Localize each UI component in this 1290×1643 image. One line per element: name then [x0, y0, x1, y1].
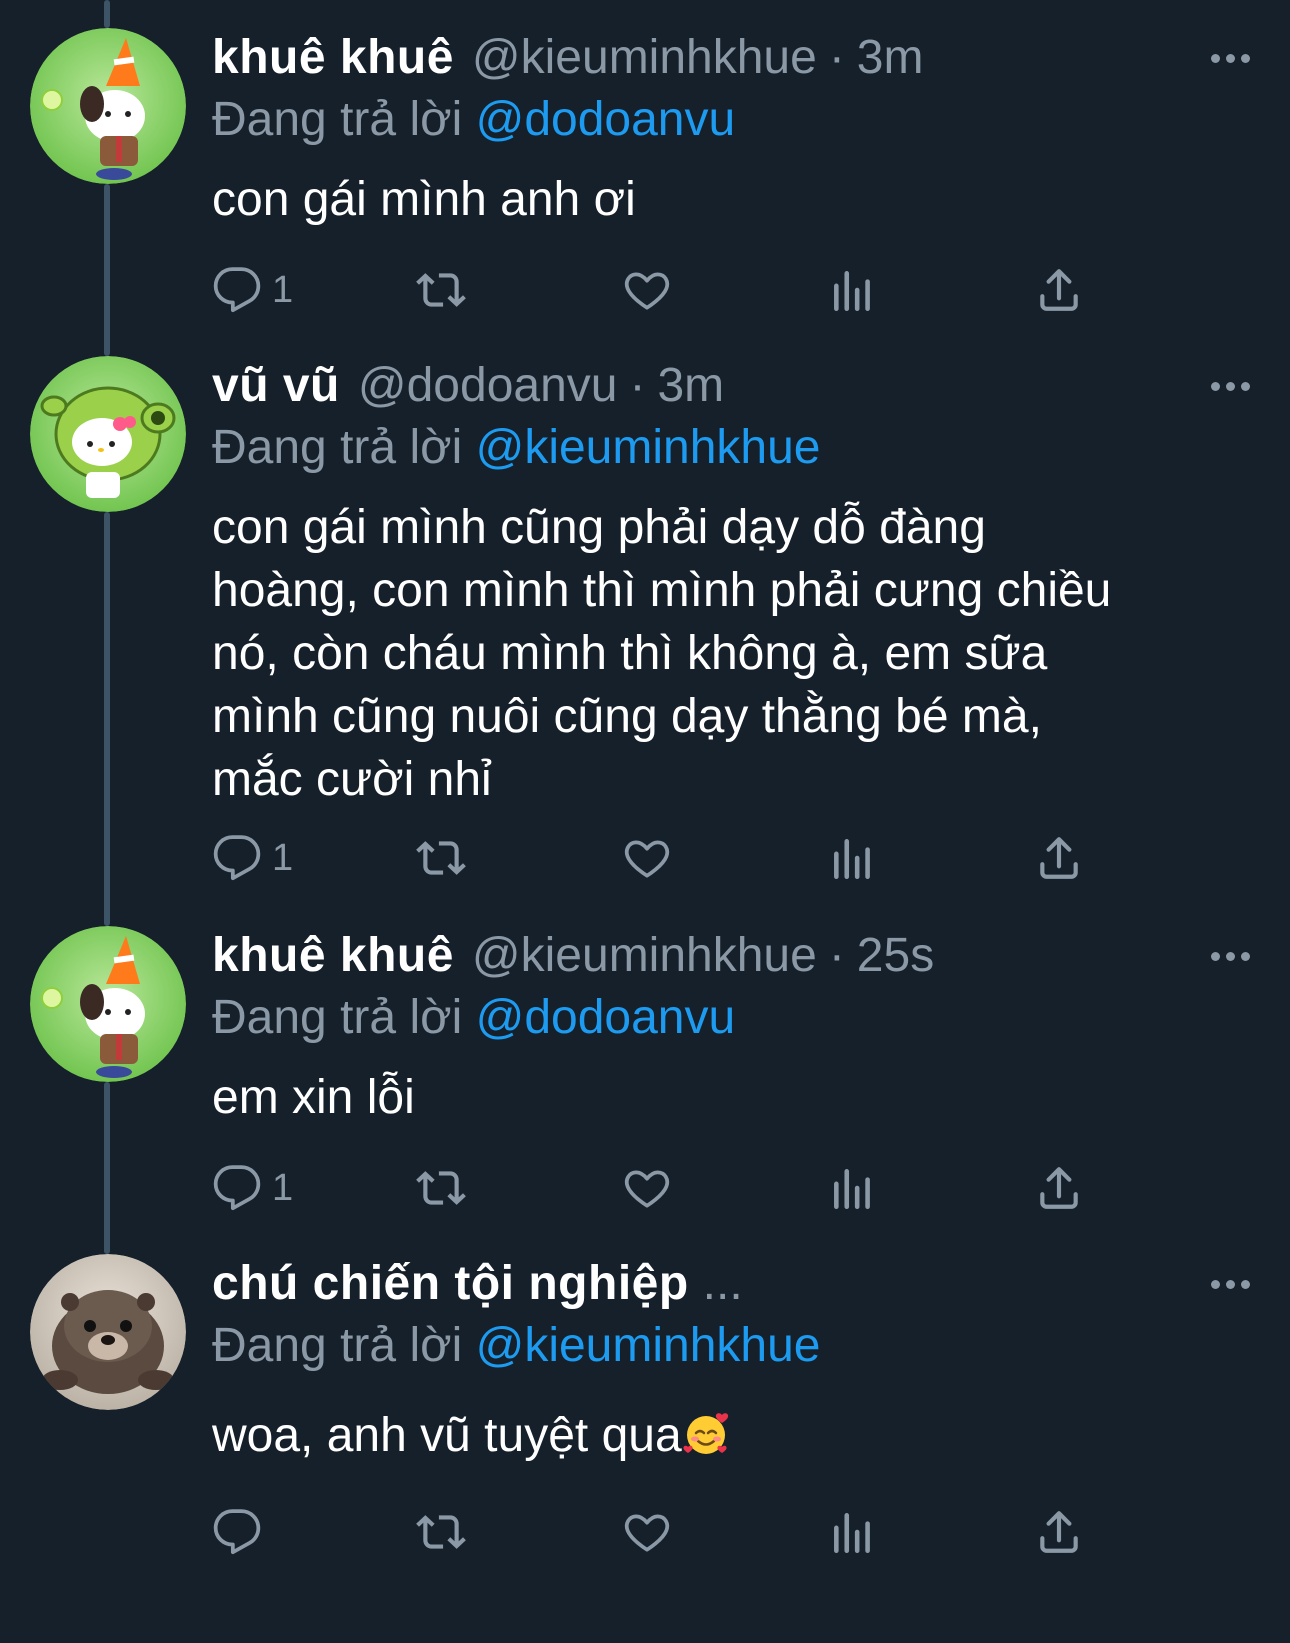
reply-context: Đang trả lời @kieuminhkhue [212, 1318, 1250, 1374]
reply-mention[interactable]: @kieuminhkhue [476, 1319, 821, 1372]
action-bar: 1 [212, 1160, 1132, 1216]
tweet-text: woa, anh vũ tuyệt qua [212, 1409, 682, 1462]
tweet-text: em xin lỗi [212, 1071, 415, 1124]
reply-button[interactable] [212, 1504, 272, 1560]
reply-count: 1 [272, 268, 294, 311]
timestamp[interactable]: 3m [857, 30, 924, 86]
separator: · [629, 359, 646, 412]
views-icon [834, 1513, 870, 1554]
tweet-text: con gái mình anh ơi [212, 173, 636, 226]
reply-icon [213, 267, 261, 313]
heart-icon [624, 1170, 670, 1208]
retweet-button[interactable] [416, 1160, 466, 1216]
handle[interactable]: @dodoanvu [358, 358, 618, 414]
display-name[interactable]: khuê khuê [212, 928, 454, 984]
pochacco-cone-avatar-image [30, 28, 186, 184]
reply-count: 1 [272, 836, 294, 879]
thread-line-2 [104, 512, 110, 926]
avatar[interactable] [30, 356, 186, 512]
separator: · [828, 31, 845, 84]
display-name[interactable]: vũ vũ [212, 358, 340, 414]
views-icon [834, 1169, 870, 1210]
share-button[interactable] [1034, 830, 1084, 886]
otter-avatar-image [30, 1254, 186, 1410]
tweet-header: vũ vũ @dodoanvu · 3m [212, 358, 1250, 414]
retweet-button[interactable] [416, 830, 466, 886]
avatar[interactable] [30, 28, 186, 184]
like-button[interactable] [622, 262, 672, 318]
retweet-button[interactable] [416, 262, 466, 318]
views-icon [834, 839, 870, 880]
heart-icon [624, 840, 670, 878]
like-button[interactable] [622, 1160, 672, 1216]
reply-prefix: Đang trả lời [212, 421, 463, 474]
smiling-face-with-hearts-icon [682, 1409, 730, 1457]
more-icon[interactable] [1190, 928, 1250, 984]
share-icon [1040, 1167, 1078, 1209]
reply-button[interactable]: 1 [212, 262, 293, 318]
thread-line-top [104, 0, 110, 28]
avatar[interactable] [30, 926, 186, 1082]
retweet-button[interactable] [416, 1504, 466, 1560]
views-button[interactable] [828, 1504, 878, 1560]
reply-mention[interactable]: @dodoanvu [476, 991, 736, 1044]
pochacco-cone-avatar-image [30, 926, 186, 1082]
handle[interactable]: @kieuminhkhue [472, 928, 817, 984]
retweet-icon [416, 273, 466, 307]
like-button[interactable] [622, 830, 672, 886]
reply-icon [213, 1165, 261, 1211]
views-icon [834, 271, 870, 312]
heart-icon [624, 272, 670, 310]
reply-context: Đang trả lời @dodoanvu [212, 990, 1250, 1046]
retweet-icon [416, 1171, 466, 1205]
reply-count: 1 [272, 1166, 294, 1209]
share-button[interactable] [1034, 1160, 1084, 1216]
retweet-icon [416, 1515, 466, 1549]
tweet-header: khuê khuê @kieuminhkhue · 25s [212, 928, 1250, 984]
reply-prefix: Đang trả lời [212, 1319, 463, 1372]
avatar[interactable] [30, 1254, 186, 1410]
reply-mention[interactable]: @kieuminhkhue [476, 421, 821, 474]
share-icon [1040, 1511, 1078, 1553]
tweet-text-container: woa, anh vũ tuyệt qua [212, 1404, 1250, 1467]
separator: · [828, 929, 845, 982]
reply-prefix: Đang trả lời [212, 991, 463, 1044]
tweet-header: khuê khuê @kieuminhkhue · 3m [212, 30, 1250, 86]
like-button[interactable] [622, 1504, 672, 1560]
share-icon [1040, 837, 1078, 879]
reply-prefix: Đang trả lời [212, 93, 463, 146]
action-bar [212, 1504, 1132, 1560]
retweet-icon [416, 841, 466, 875]
display-name[interactable]: khuê khuê [212, 30, 454, 86]
timestamp[interactable]: 3m [657, 358, 724, 414]
heart-icon [624, 1514, 670, 1552]
tweet-text: con gái mình cũng phải dạy dỗ đàng hoàng… [212, 501, 1112, 806]
action-bar: 1 [212, 830, 1132, 886]
more-icon[interactable] [1190, 358, 1250, 414]
thread-line-3 [104, 1082, 110, 1254]
reply-mention[interactable]: @dodoanvu [476, 93, 736, 146]
views-button[interactable] [828, 1160, 878, 1216]
reply-context: Đang trả lời @kieuminhkhue [212, 420, 1250, 476]
share-button[interactable] [1034, 1504, 1084, 1560]
reply-icon [213, 835, 261, 881]
reply-button[interactable]: 1 [212, 830, 293, 886]
hello-kitty-peashooter-avatar-image [30, 356, 186, 512]
thread-line-1 [104, 184, 110, 356]
name-truncation: ... [702, 1257, 743, 1310]
timestamp[interactable]: 25s [857, 928, 934, 984]
reply-context: Đang trả lời @dodoanvu [212, 92, 1250, 148]
reply-button[interactable]: 1 [212, 1160, 293, 1216]
share-icon [1040, 269, 1078, 311]
tweet-header: chú chiến tội nghiệp ... [212, 1256, 1250, 1312]
share-button[interactable] [1034, 262, 1084, 318]
more-icon[interactable] [1190, 1256, 1250, 1312]
display-name[interactable]: chú chiến tội nghiệp [212, 1256, 689, 1312]
more-icon[interactable] [1190, 30, 1250, 86]
views-button[interactable] [828, 262, 878, 318]
reply-icon [213, 1509, 261, 1555]
views-button[interactable] [828, 830, 878, 886]
action-bar: 1 [212, 262, 1132, 318]
handle[interactable]: @kieuminhkhue [472, 30, 817, 86]
